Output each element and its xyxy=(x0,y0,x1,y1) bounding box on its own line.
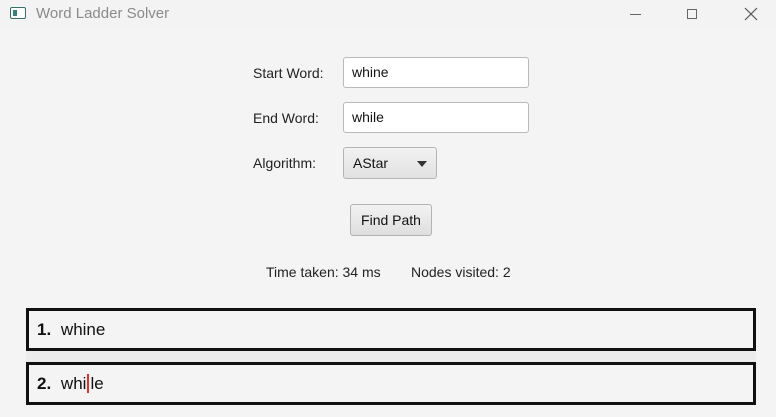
chevron-down-icon xyxy=(417,161,427,167)
word-unchanged-prefix: whi xyxy=(60,374,87,393)
end-word-input[interactable]: while xyxy=(343,102,529,133)
maximize-icon xyxy=(687,9,697,19)
results-list: 1. whine 2. whi le xyxy=(26,308,756,408)
maximize-button[interactable] xyxy=(669,0,715,28)
app-icon xyxy=(10,7,26,19)
algorithm-label: Algorithm: xyxy=(253,155,317,171)
list-item[interactable]: 1. whine xyxy=(26,308,756,351)
minimize-button[interactable] xyxy=(612,0,658,28)
app-window: Word Ladder Solver Start Word: whine End… xyxy=(0,0,776,417)
minimize-icon xyxy=(629,13,641,15)
divider xyxy=(26,351,756,362)
step-word: whi le xyxy=(61,374,104,393)
algorithm-select[interactable]: AStar xyxy=(343,147,437,179)
list-item[interactable]: 2. whi le xyxy=(26,362,756,405)
start-word-input[interactable]: whine xyxy=(343,57,529,88)
close-icon xyxy=(744,7,758,21)
algorithm-value: AStar xyxy=(353,155,389,171)
find-path-button[interactable]: Find Path xyxy=(350,204,432,236)
close-button[interactable] xyxy=(728,0,774,28)
window-title: Word Ladder Solver xyxy=(36,5,170,22)
time-taken-label: Time taken: 34 ms xyxy=(266,264,381,280)
step-number: 2. xyxy=(37,374,52,393)
step-number: 1. xyxy=(37,320,52,339)
start-word-label: Start Word: xyxy=(253,65,324,81)
word-unchanged-suffix: e xyxy=(94,374,104,393)
end-word-label: End Word: xyxy=(253,110,319,126)
nodes-visited-label: Nodes visited: 2 xyxy=(411,264,511,280)
step-word: whine xyxy=(60,320,106,339)
title-bar[interactable]: Word Ladder Solver xyxy=(0,0,776,28)
